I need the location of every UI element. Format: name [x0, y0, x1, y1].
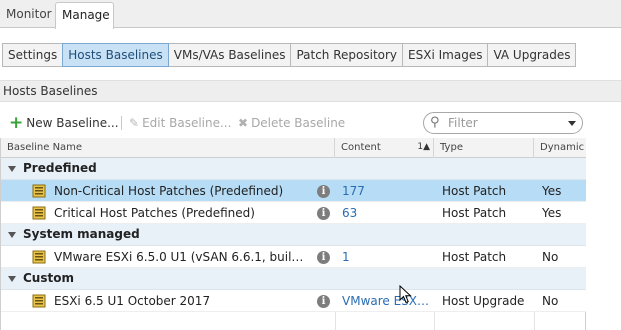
- column-header-content-label: Content: [341, 142, 381, 153]
- baseline-type: Host Patch: [442, 206, 507, 220]
- delete-x-icon: ✖: [238, 116, 249, 130]
- tab-patch-repository[interactable]: Patch Repository: [290, 43, 404, 67]
- grid-header: Baseline Name Content 1▲ Type Dynamic: [1, 138, 586, 158]
- content-link[interactable]: VMware ESXi...: [342, 290, 430, 312]
- column-header-baseline-name[interactable]: Baseline Name: [1, 138, 335, 158]
- baseline-dynamic: Yes: [542, 206, 562, 220]
- baseline-name: ESXi 6.5 U1 October 2017: [54, 294, 211, 308]
- baseline-type: Host Patch: [442, 184, 507, 198]
- table-row[interactable]: Non-Critical Host Patches (Predefined) i…: [1, 180, 586, 202]
- baseline-type: Host Patch: [442, 250, 507, 264]
- baseline-dynamic: No: [542, 250, 559, 264]
- toolbar-divider: [121, 116, 122, 130]
- column-header-type[interactable]: Type: [434, 138, 534, 158]
- expand-triangle-icon[interactable]: [8, 232, 16, 238]
- baselines-grid: Baseline Name Content 1▲ Type Dynamic Pr…: [0, 138, 586, 330]
- tab-hosts-baselines[interactable]: Hosts Baselines: [62, 43, 169, 67]
- edit-baseline-label: Edit Baseline...: [142, 116, 232, 130]
- expand-triangle-icon[interactable]: [8, 276, 16, 282]
- info-icon[interactable]: i: [317, 207, 330, 220]
- column-header-content[interactable]: Content 1▲: [335, 138, 434, 158]
- content-link[interactable]: 1: [342, 246, 430, 268]
- baseline-name: Critical Host Patches (Predefined): [54, 206, 255, 220]
- plus-icon: +: [9, 113, 24, 133]
- group-label: Predefined: [23, 161, 97, 175]
- table-row[interactable]: Critical Host Patches (Predefined) i 63 …: [1, 202, 586, 224]
- toolbar: + New Baseline... ✎ Edit Baseline... ✖ Dele…: [0, 110, 621, 136]
- pencil-icon: ✎: [129, 116, 140, 130]
- baseline-icon: [32, 294, 46, 308]
- search-icon: ⚲: [430, 115, 440, 130]
- info-icon[interactable]: i: [317, 295, 330, 308]
- tab-vms-vas-baselines[interactable]: VMs/VAs Baselines: [167, 43, 292, 67]
- tab-va-upgrades[interactable]: VA Upgrades: [487, 43, 577, 67]
- group-row-system-managed[interactable]: System managed: [1, 224, 586, 246]
- baseline-name: VMware ESXi 6.5.0 U1 (vSAN 6.6.1, build …: [54, 250, 309, 264]
- filter-input[interactable]: [448, 115, 558, 131]
- table-row[interactable]: VMware ESXi 6.5.0 U1 (vSAN 6.6.1, build …: [1, 246, 586, 268]
- column-header-dynamic[interactable]: Dynamic: [534, 138, 586, 158]
- info-icon[interactable]: i: [317, 185, 330, 198]
- sort-ascending-icon: 1▲: [417, 142, 430, 152]
- group-row-predefined[interactable]: Predefined: [1, 158, 586, 180]
- baseline-type: Host Upgrade: [442, 294, 525, 308]
- tab-manage[interactable]: Manage: [55, 2, 114, 29]
- content-link[interactable]: 177: [342, 180, 430, 202]
- group-row-custom[interactable]: Custom: [1, 268, 586, 290]
- baseline-dynamic: Yes: [542, 184, 562, 198]
- info-icon[interactable]: i: [317, 251, 330, 264]
- group-label: Custom: [23, 271, 74, 285]
- baseline-icon: [32, 184, 46, 198]
- filter-box[interactable]: ⚲: [423, 112, 583, 134]
- filter-dropdown-icon[interactable]: [568, 121, 576, 126]
- top-tab-bar: Monitor Manage: [0, 0, 621, 29]
- delete-baseline-label: Delete Baseline: [251, 116, 346, 130]
- group-label: System managed: [23, 227, 140, 241]
- section-title: Hosts Baselines: [0, 80, 621, 102]
- baseline-icon: [32, 250, 46, 264]
- edit-baseline-button[interactable]: ✎ Edit Baseline...: [129, 114, 231, 132]
- new-baseline-label: New Baseline...: [26, 116, 119, 130]
- mouse-pointer-icon: [399, 285, 412, 304]
- table-row[interactable]: ESXi 6.5 U1 October 2017 i VMware ESXi..…: [1, 290, 586, 312]
- new-baseline-button[interactable]: + New Baseline...: [9, 114, 119, 132]
- tab-monitor[interactable]: Monitor: [0, 2, 52, 28]
- baseline-icon: [32, 206, 46, 220]
- baseline-name: Non-Critical Host Patches (Predefined): [54, 184, 284, 198]
- baseline-dynamic: No: [542, 294, 559, 308]
- delete-baseline-button[interactable]: ✖ Delete Baseline: [238, 114, 345, 132]
- content-link[interactable]: 63: [342, 202, 430, 224]
- sub-tab-bar: Settings Hosts Baselines VMs/VAs Baselin…: [2, 43, 577, 67]
- tab-esxi-images[interactable]: ESXi Images: [402, 43, 489, 67]
- expand-triangle-icon[interactable]: [8, 166, 16, 172]
- tab-settings[interactable]: Settings: [2, 43, 64, 67]
